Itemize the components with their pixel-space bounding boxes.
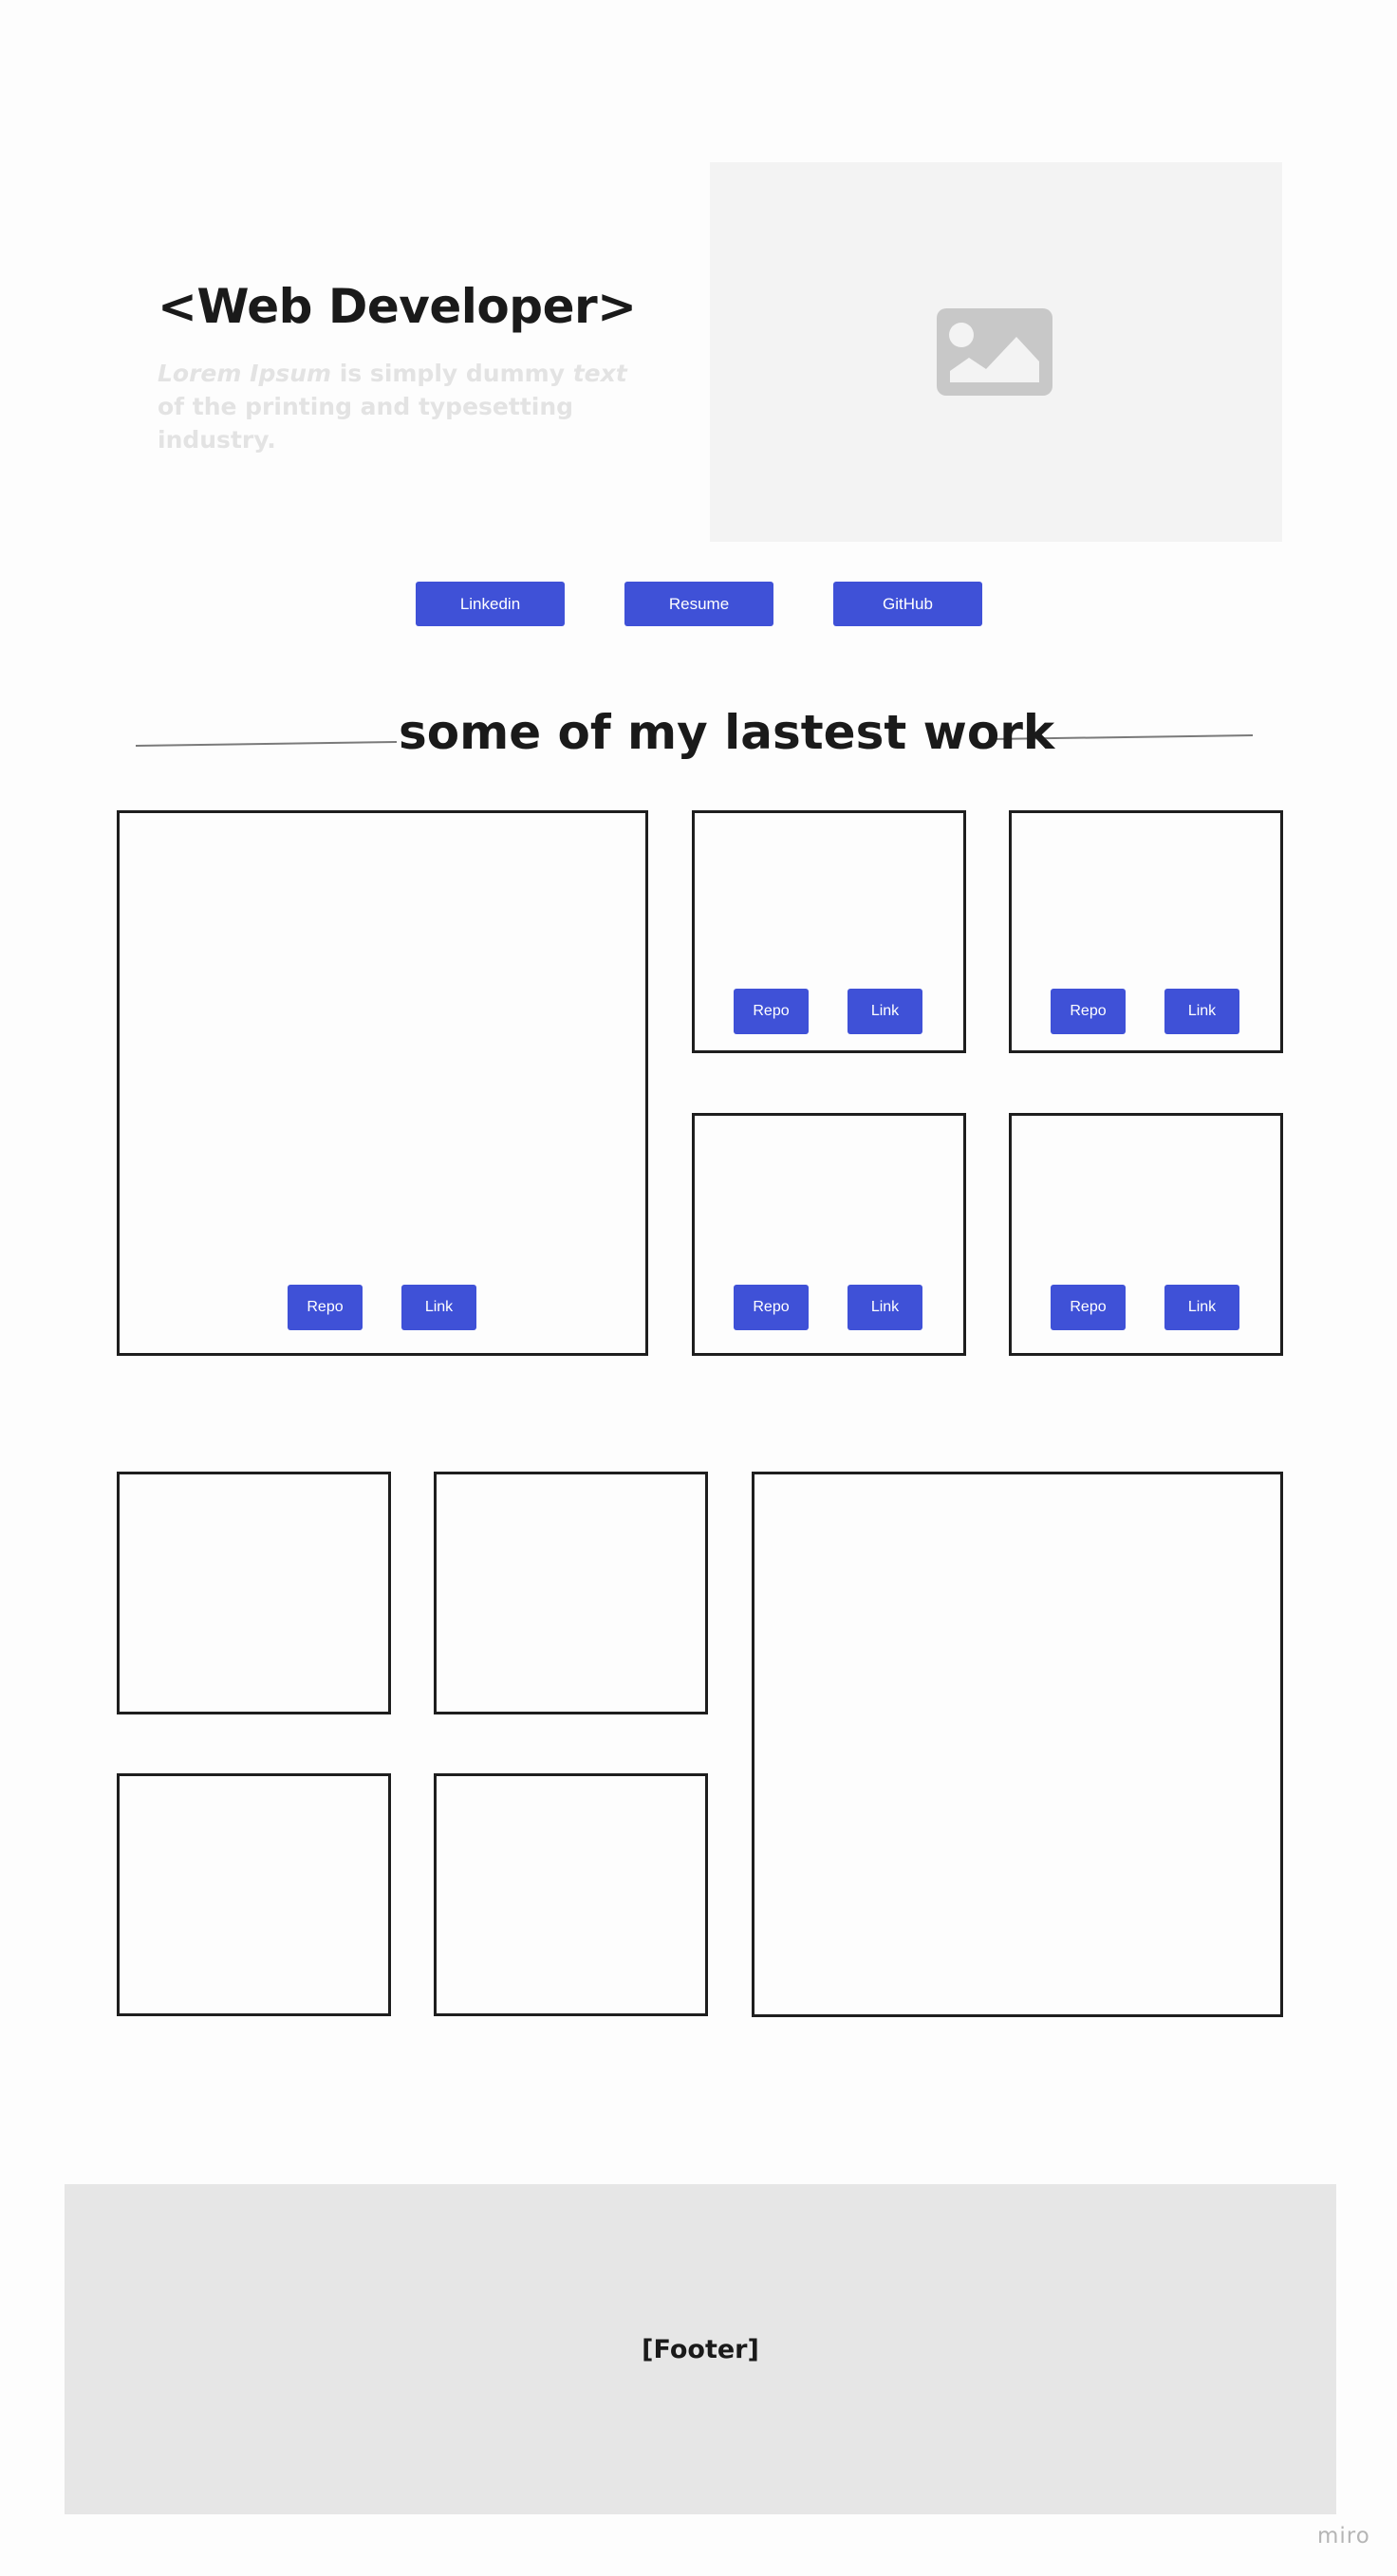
project-card-large-2 — [752, 1472, 1283, 2017]
footer: [Footer] — [65, 2184, 1336, 2514]
link-button[interactable]: Link — [1164, 1285, 1239, 1330]
section-title: some of my lastest work — [399, 705, 1055, 760]
link-button[interactable]: Link — [1164, 989, 1239, 1034]
repo-button[interactable]: Repo — [288, 1285, 363, 1330]
repo-button[interactable]: Repo — [734, 989, 809, 1034]
linkedin-button[interactable]: Linkedin — [416, 582, 565, 626]
link-button[interactable]: Link — [401, 1285, 476, 1330]
repo-button[interactable]: Repo — [1051, 1285, 1126, 1330]
hero-subtitle-part2: of the printing and typesetting industry… — [158, 393, 574, 454]
footer-label: [Footer] — [642, 2334, 759, 2364]
project-card-small-7 — [117, 1773, 391, 2016]
link-button[interactable]: Link — [848, 989, 922, 1034]
link-button[interactable]: Link — [848, 1285, 922, 1330]
github-button[interactable]: GitHub — [833, 582, 982, 626]
project-card-small-8 — [434, 1773, 708, 2016]
hero-subtitle-lorem: Lorem Ipsum — [158, 360, 332, 387]
project-card-small-5 — [117, 1472, 391, 1714]
repo-button[interactable]: Repo — [1051, 989, 1126, 1034]
hero-subtitle: Lorem Ipsum is simply dummy text of the … — [158, 357, 651, 456]
hero-title: <Web Developer> — [158, 279, 637, 334]
hero-subtitle-text: text — [572, 360, 627, 387]
repo-button[interactable]: Repo — [734, 1285, 809, 1330]
resume-button[interactable]: Resume — [624, 582, 773, 626]
hero-image-placeholder — [710, 162, 1282, 542]
project-card-large-1 — [117, 810, 648, 1356]
hero-subtitle-part1: is simply dummy — [331, 360, 573, 387]
image-placeholder-icon — [937, 308, 1052, 396]
miro-watermark: miro — [1317, 2524, 1370, 2548]
divider-left — [135, 741, 398, 747]
project-card-small-6 — [434, 1472, 708, 1714]
